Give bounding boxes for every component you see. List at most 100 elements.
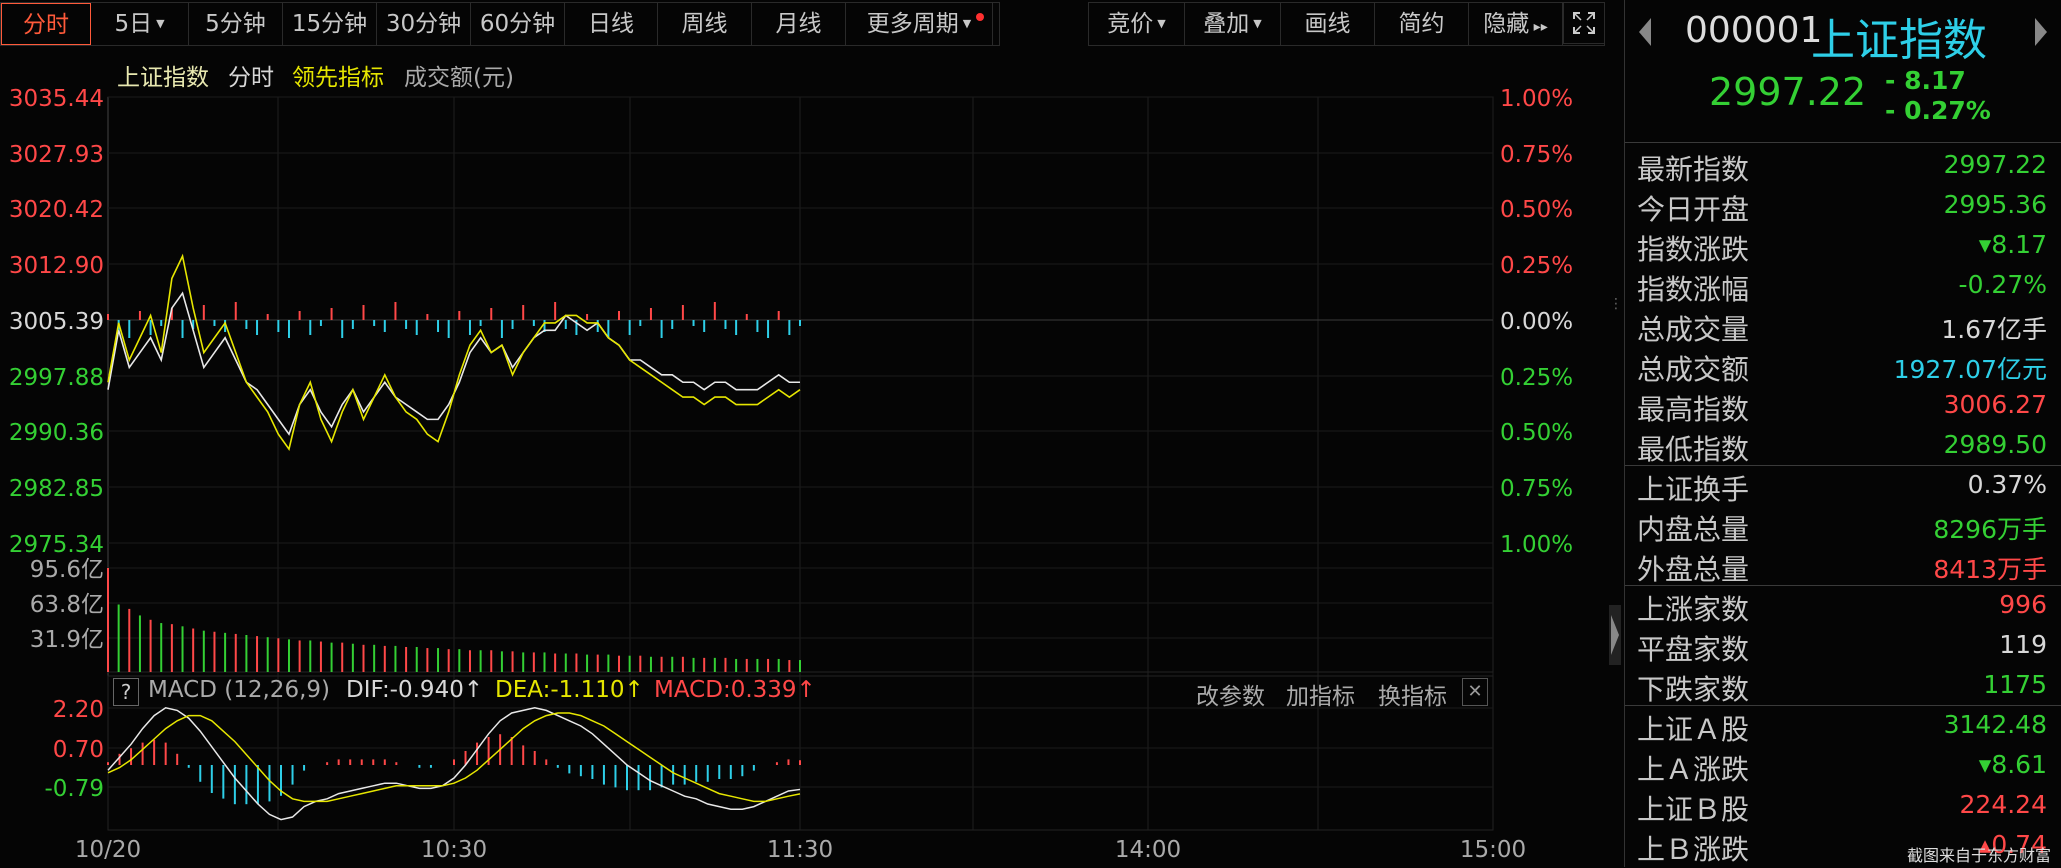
stat-value: 8413万手 (1933, 555, 2047, 584)
price-tick-label: 3012.90 (9, 253, 104, 279)
stat-label: 上证Ａ股 (1637, 713, 1750, 746)
stat-value: 3006.27 (1943, 390, 2047, 419)
stat-value: ▾8.61 (1978, 750, 2047, 779)
price-tick-label: 3035.44 (9, 86, 104, 112)
next-stock-icon[interactable] (2031, 12, 2051, 52)
pct-tick-label: 0.25% (1500, 253, 1573, 279)
quote-pct: - 0.27% (1885, 96, 1991, 125)
stat-row: 上涨家数 996 (1625, 584, 2055, 626)
macd-dif: DIF:-0.940↑ (346, 677, 484, 703)
macd-edit-params-button[interactable]: 改参数 (1196, 677, 1265, 711)
stat-row: 下跌家数 1175 (1625, 664, 2055, 706)
stat-label: 上证Ｂ股 (1637, 793, 1750, 826)
stat-label: 上Ａ涨跌 (1637, 753, 1750, 786)
pct-tick-label: 1.00% (1500, 532, 1573, 558)
divider (1625, 142, 2061, 143)
price-tick-label: 2982.85 (9, 476, 104, 502)
price-tick-label: 2975.34 (9, 532, 104, 558)
prev-stock-icon[interactable] (1635, 12, 1655, 52)
volume-tick-label: 31.9亿 (30, 627, 104, 653)
stat-value: 3142.48 (1943, 710, 2047, 739)
stat-row: 总成交量 1.67亿手 (1625, 304, 2055, 346)
volume-tick-label: 63.8亿 (30, 592, 104, 618)
stat-label: 上证换手 (1637, 473, 1750, 506)
intraday-chart[interactable]: 3035.44 3027.93 3020.42 3012.90 3005.39 2997.… (0, 0, 1620, 867)
stat-value: 996 (1999, 590, 2047, 619)
stat-value: 1.67亿手 (1941, 315, 2047, 344)
stat-row: 内盘总量 8296万手 (1625, 504, 2055, 546)
stat-row: 上证Ｂ股 224.24 (1625, 784, 2055, 826)
price-tick-label: 3027.93 (9, 142, 104, 168)
stat-value: ▾8.17 (1978, 230, 2047, 259)
macd-dea: DEA:-1.110↑ (495, 677, 644, 703)
watermark: 截图来自于东方财富 (1906, 846, 2051, 865)
macd-tick-label: 2.20 (53, 697, 104, 723)
price-tick-label: 3020.42 (9, 197, 104, 223)
price-tick-label: 2997.88 (9, 365, 104, 391)
macd-title: MACD (12,26,9) (148, 677, 330, 703)
pct-tick-label: 0.50% (1500, 197, 1573, 223)
macd-tick-label: -0.79 (44, 776, 104, 802)
time-tick-label: 14:00 (1115, 837, 1181, 863)
price-tick-label: 2990.36 (9, 420, 104, 446)
macd-switch-indicator-button[interactable]: 换指标 (1378, 677, 1447, 711)
quote-panel: 000001 上证指数 2997.22 - 8.17 - 0.27% 最新指数 2… (1624, 0, 2061, 867)
pct-tick-label: 0.00% (1500, 309, 1573, 335)
collapse-panel-button[interactable] (1609, 605, 1621, 665)
stat-row: 最高指数 3006.27 (1625, 384, 2055, 426)
macd-tick-label: 0.70 (53, 737, 104, 763)
stat-row: 上Ａ涨跌 ▾8.61 (1625, 744, 2055, 786)
time-tick-label: 15:00 (1460, 837, 1526, 863)
stat-row: 总成交额 1927.07亿元 (1625, 344, 2055, 386)
stat-value: 2989.50 (1943, 430, 2047, 459)
stat-label: 指数涨跌 (1637, 233, 1750, 266)
stat-row: 外盘总量 8413万手 (1625, 544, 2055, 586)
stat-label: 最高指数 (1637, 393, 1750, 426)
stat-value: 224.24 (1959, 790, 2047, 819)
time-tick-label: 10:30 (421, 837, 487, 863)
stat-row: 指数涨幅 -0.27% (1625, 264, 2055, 306)
stat-row: 指数涨跌 ▾8.17 (1625, 224, 2055, 266)
stat-label: 总成交量 (1637, 313, 1750, 346)
stat-label: 上Ｂ涨跌 (1637, 833, 1750, 866)
stat-label: 今日开盘 (1637, 193, 1750, 226)
time-tick-label: 11:30 (767, 837, 833, 863)
stat-label: 指数涨幅 (1637, 273, 1750, 306)
stat-label: 内盘总量 (1637, 513, 1750, 546)
stat-row: 上证换手 0.37% (1625, 464, 2055, 506)
quote-price: 2997.22 (1709, 70, 1867, 114)
quote-change: - 8.17 (1885, 66, 1966, 95)
macd-value: MACD:0.339↑ (654, 677, 816, 703)
quote-code: 000001 (1685, 10, 1823, 51)
stat-value: 2995.36 (1943, 190, 2047, 219)
quote-name: 上证指数 (1811, 15, 1987, 66)
stat-row: 平盘家数 119 (1625, 624, 2055, 666)
macd-add-indicator-button[interactable]: 加指标 (1286, 677, 1355, 711)
stat-label: 最新指数 (1637, 153, 1750, 186)
stat-row: 今日开盘 2995.36 (1625, 184, 2055, 226)
stat-label: 上涨家数 (1637, 593, 1750, 626)
pct-tick-label: 1.00% (1500, 86, 1573, 112)
pct-tick-label: 0.75% (1500, 142, 1573, 168)
stat-label: 外盘总量 (1637, 553, 1750, 586)
stat-row: 上证Ａ股 3142.48 (1625, 704, 2055, 746)
stat-label: 平盘家数 (1637, 633, 1750, 666)
pct-tick-label: 0.25% (1500, 365, 1573, 391)
pct-tick-label: 0.50% (1500, 420, 1573, 446)
price-tick-label: 3005.39 (9, 309, 104, 335)
macd-close-button[interactable]: ✕ (1462, 678, 1488, 706)
time-tick-label: 10/20 (75, 837, 141, 863)
stat-value: 1927.07亿元 (1893, 355, 2047, 384)
stat-label: 总成交额 (1637, 353, 1750, 386)
stat-value: 119 (1999, 630, 2047, 659)
stat-value: 1175 (1983, 670, 2047, 699)
stat-row: 最新指数 2997.22 (1625, 144, 2055, 186)
panel-resize-handle[interactable]: ⋮⋮ (1609, 297, 1637, 330)
stat-label: 下跌家数 (1637, 673, 1750, 706)
collapse-arrow-icon (1611, 615, 1619, 655)
stat-value: 2997.22 (1943, 150, 2047, 179)
stat-value: 8296万手 (1933, 515, 2047, 544)
volume-tick-label: 95.6亿 (30, 557, 104, 583)
macd-help-button[interactable]: ? (113, 678, 139, 706)
pct-tick-label: 0.75% (1500, 476, 1573, 502)
